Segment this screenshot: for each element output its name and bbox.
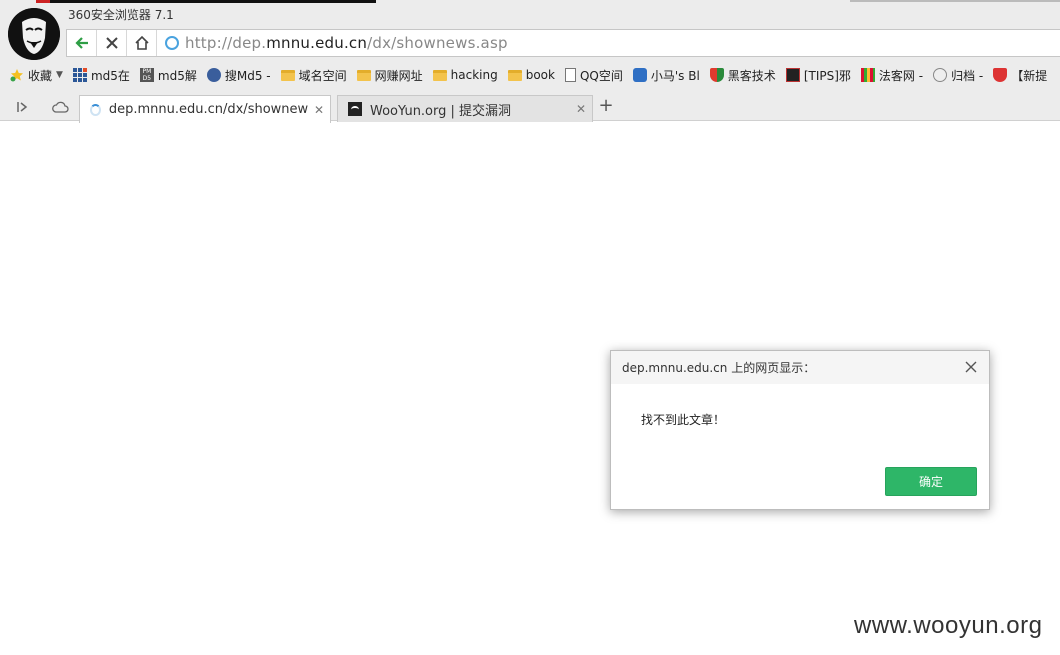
close-icon bbox=[965, 361, 977, 373]
bookmark-item[interactable]: PM D5 md5解 bbox=[139, 67, 197, 84]
watermark: www.wooyun.org bbox=[854, 612, 1043, 639]
title-bar-strip-right bbox=[850, 0, 1060, 2]
bookmark-label: 法客网 - bbox=[878, 68, 924, 83]
bookmark-label: 收藏 bbox=[28, 68, 53, 83]
tab-wooyun[interactable]: WooYun.org | 提交漏洞 ✕ bbox=[337, 95, 593, 122]
url-prefix: http://dep. bbox=[185, 34, 267, 52]
bookmark-label: md5解 bbox=[157, 68, 197, 83]
bookmark-item[interactable]: 归档 - bbox=[933, 67, 983, 84]
bars-icon bbox=[860, 68, 875, 82]
url-host: mnnu.edu.cn bbox=[266, 34, 368, 52]
bookmark-label: 小马's Bl bbox=[650, 68, 700, 83]
window-title: 360安全浏览器 7.1 bbox=[68, 8, 174, 22]
new-tab-button[interactable]: + bbox=[598, 97, 614, 115]
back-button[interactable] bbox=[67, 30, 97, 56]
bookmark-item[interactable]: 法客网 - bbox=[860, 67, 924, 84]
loading-spinner-icon bbox=[90, 103, 101, 116]
browser-chrome: 360安全浏览器 7.1 http://dep.mnnu.edu.cn/dx/s… bbox=[0, 0, 1060, 123]
folder-icon bbox=[280, 69, 295, 81]
grid-icon bbox=[72, 68, 87, 82]
md5-icon: PM D5 bbox=[139, 68, 154, 82]
cloud-icon bbox=[52, 101, 69, 113]
bookmark-label: [TIPS]邪 bbox=[803, 68, 851, 83]
bookmark-item[interactable]: 【新提 bbox=[993, 67, 1047, 84]
tab-shownews[interactable]: dep.mnnu.edu.cn/dx/shownews.asp ✕ bbox=[79, 95, 331, 123]
bookmark-label: 【新提 bbox=[1011, 68, 1048, 83]
bookmark-item[interactable]: md5在 bbox=[72, 67, 130, 84]
bookmark-item[interactable]: 域名空间 bbox=[280, 67, 347, 84]
anonymous-mask-icon bbox=[8, 8, 60, 60]
bookmark-favorites[interactable]: 收藏 ▼ bbox=[10, 67, 63, 84]
home-button[interactable] bbox=[127, 30, 157, 56]
dialog-title: dep.mnnu.edu.cn 上的网页显示： bbox=[611, 351, 989, 384]
tab-label: WooYun.org | 提交漏洞 bbox=[370, 103, 512, 119]
stop-button[interactable] bbox=[97, 30, 127, 56]
bookmark-item[interactable]: 网赚网址 bbox=[356, 67, 423, 84]
plus-icon: + bbox=[598, 95, 614, 116]
tips-icon bbox=[785, 68, 800, 82]
chevron-down-icon[interactable]: ▼ bbox=[56, 70, 63, 80]
horse-icon bbox=[632, 68, 647, 82]
sidebar-toggle-icon bbox=[17, 102, 28, 112]
bookmark-item[interactable]: 搜Md5 - bbox=[206, 67, 271, 84]
face-icon bbox=[933, 68, 948, 82]
red-shield-icon bbox=[993, 68, 1008, 82]
ok-button[interactable]: 确定 bbox=[885, 467, 977, 496]
star-icon bbox=[10, 69, 23, 82]
bookmark-label: QQ空间 bbox=[579, 68, 623, 83]
bookmark-item[interactable]: 黑客技术 bbox=[709, 67, 776, 84]
dialog-message: 找不到此文章！ bbox=[641, 413, 726, 427]
bookmark-item[interactable]: QQ空间 bbox=[564, 67, 623, 84]
address-input[interactable]: http://dep.mnnu.edu.cn/dx/shownews.asp bbox=[185, 34, 508, 52]
bookmark-label: 归档 - bbox=[951, 68, 984, 83]
title-bar-strip bbox=[36, 0, 376, 3]
tab-bar: dep.mnnu.edu.cn/dx/shownews.asp ✕ WooYun… bbox=[0, 93, 1060, 123]
bookmark-item[interactable]: [TIPS]邪 bbox=[785, 67, 851, 84]
bookmark-label: 域名空间 bbox=[298, 68, 347, 83]
close-icon bbox=[105, 37, 118, 49]
sidebar-toggle-button[interactable] bbox=[12, 98, 32, 116]
avatar[interactable] bbox=[8, 8, 60, 60]
bookmark-label: hacking bbox=[450, 68, 498, 82]
bookmark-item[interactable]: book bbox=[507, 68, 555, 82]
tab-close-icon[interactable]: ✕ bbox=[570, 102, 586, 116]
globe-icon bbox=[206, 68, 221, 82]
home-icon bbox=[134, 35, 149, 50]
back-arrow-icon bbox=[74, 37, 88, 49]
bookmark-item[interactable]: hacking bbox=[432, 68, 498, 82]
folder-icon bbox=[507, 69, 522, 81]
folder-icon bbox=[356, 69, 371, 81]
cloud-button[interactable] bbox=[50, 98, 70, 116]
tab-close-icon[interactable]: ✕ bbox=[308, 103, 324, 117]
bookmarks-bar: 收藏 ▼ md5在 PM D5 md5解 搜Md5 - 域名空间 网赚网址 hack… bbox=[0, 63, 1060, 87]
wooyun-favicon-icon bbox=[348, 102, 362, 116]
url-path: /dx/shownews.asp bbox=[367, 34, 508, 52]
bookmark-label: 黑客技术 bbox=[727, 68, 776, 83]
folder-icon bbox=[432, 69, 447, 81]
title-bar-strip-red bbox=[36, 0, 50, 3]
bookmark-label: book bbox=[525, 68, 555, 82]
bookmark-label: 搜Md5 - bbox=[224, 68, 271, 83]
navigation-bar: http://dep.mnnu.edu.cn/dx/shownews.asp bbox=[66, 29, 1060, 57]
bookmark-label: md5在 bbox=[90, 68, 130, 83]
page-icon bbox=[564, 68, 576, 82]
tab-label: dep.mnnu.edu.cn/dx/shownews.asp bbox=[108, 102, 308, 117]
bookmark-item[interactable]: 小马's Bl bbox=[632, 67, 700, 84]
shield-icon bbox=[709, 68, 724, 82]
page-loading-icon bbox=[165, 36, 179, 50]
bookmark-label: 网赚网址 bbox=[374, 68, 423, 83]
alert-dialog: dep.mnnu.edu.cn 上的网页显示： 找不到此文章！ 确定 bbox=[610, 350, 990, 510]
dialog-close-button[interactable] bbox=[963, 359, 979, 375]
